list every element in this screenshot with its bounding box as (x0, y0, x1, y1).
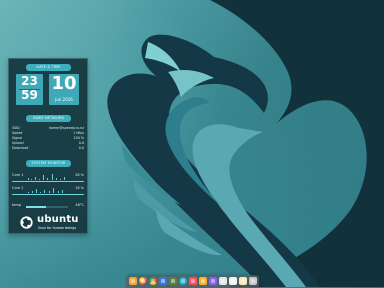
mail-icon[interactable] (159, 277, 167, 285)
core-1-graph-spark (39, 179, 40, 180)
wave-stripe-3 (156, 210, 222, 256)
player-icon[interactable] (189, 277, 197, 285)
core-2-graph (27, 185, 68, 193)
monitor-divider (12, 194, 84, 195)
wave-curl-shape (107, 34, 320, 287)
network-label: Download (12, 146, 29, 150)
network-value: 0.0 (78, 146, 84, 150)
core-2-graph-spark (32, 191, 33, 193)
chrome-icon[interactable] (149, 277, 157, 285)
core-2-graph-spark (28, 192, 29, 193)
chat-icon[interactable] (199, 277, 207, 285)
trash-icon[interactable] (249, 277, 257, 285)
date-display: 10 Jun 2016 (49, 74, 79, 105)
wave-dark-shape (210, 0, 384, 287)
temperature-bar-fill (26, 206, 46, 208)
files-icon[interactable] (229, 277, 237, 285)
monitor-divider (12, 181, 84, 182)
monitor-row-core-1: Core 1 28 % (12, 172, 84, 183)
temperature-bar (26, 206, 68, 208)
ubuntu-tagline: linux for human beings (38, 226, 77, 230)
monitor-icon[interactable] (219, 277, 227, 285)
monitor-label: Core 2 (12, 186, 24, 190)
core-2-graph-spark (62, 190, 63, 193)
wave-stripe-1 (122, 144, 181, 205)
date-day: 10 (51, 73, 77, 94)
desktop-widget-panel: DATE & TIME 23 59 10 Jun 2016 SWEE NETWO… (8, 58, 88, 234)
core-2-graph-spark (44, 190, 45, 193)
system-monitor-header: SYSTEM MONITOR (26, 160, 71, 167)
clock-display: 23 59 (16, 74, 43, 105)
monitor-row-core-2: Core 2 16 % (12, 185, 84, 196)
wave-stripe-2 (133, 179, 197, 232)
ubuntu-branding: ubuntu linux for human beings (19, 214, 83, 232)
ubuntu-name: ubuntu (37, 214, 79, 225)
core-2-graph-spark (58, 191, 59, 193)
wave-small-foam (145, 42, 181, 72)
clock-minute: 59 (21, 88, 38, 102)
core-2-graph-spark (53, 188, 54, 193)
monitor-value: 16 % (75, 186, 84, 190)
core-1-graph-spark (64, 177, 65, 180)
core-1-graph-spark (31, 179, 32, 180)
core-1-graph-spark (43, 175, 44, 180)
ubuntu-logo (20, 216, 33, 229)
core-2-graph-spark (40, 192, 41, 193)
wave-top-foam (168, 70, 214, 97)
wave-teal-inner (165, 97, 221, 206)
network-info-list: SSID homer@speedy.co.nz Speed 1 Mb/s Sig… (12, 126, 84, 151)
date-time-header: DATE & TIME (26, 64, 71, 71)
core-1-graph-spark (56, 178, 57, 180)
monitor-value: 48°C (75, 203, 84, 207)
home-icon[interactable] (129, 277, 137, 285)
monitor-label: Core 1 (12, 173, 24, 177)
notes-icon[interactable] (239, 277, 247, 285)
firefox-icon[interactable] (139, 277, 147, 285)
clock-hour: 23 (21, 74, 38, 88)
desktop-screen: DATE & TIME 23 59 10 Jun 2016 SWEE NETWO… (0, 0, 384, 288)
slack-icon[interactable] (169, 277, 177, 285)
core-1-graph-spark (28, 178, 29, 180)
monitor-row-temp: temp 48°C (12, 202, 84, 213)
monitor-value: 28 % (75, 173, 84, 177)
core-1-graph-spark (35, 177, 36, 180)
wave-highlight-curve (192, 124, 306, 287)
core-1-graph-spark (60, 179, 61, 180)
date-month-year: Jun 2016 (55, 97, 73, 102)
network-header: SWEE NETWORK (26, 115, 71, 122)
monitor-label: temp (12, 203, 22, 207)
network-row-download: Download 0.0 (12, 146, 84, 151)
core-2-graph-spark (49, 191, 50, 193)
music-icon[interactable] (209, 277, 217, 285)
core-1-graph-spark (52, 174, 53, 180)
core-1-graph (27, 172, 68, 180)
application-dock (126, 275, 259, 288)
camera-icon[interactable] (179, 277, 187, 285)
core-2-graph-spark (36, 189, 37, 193)
core-1-graph-spark (47, 178, 48, 180)
